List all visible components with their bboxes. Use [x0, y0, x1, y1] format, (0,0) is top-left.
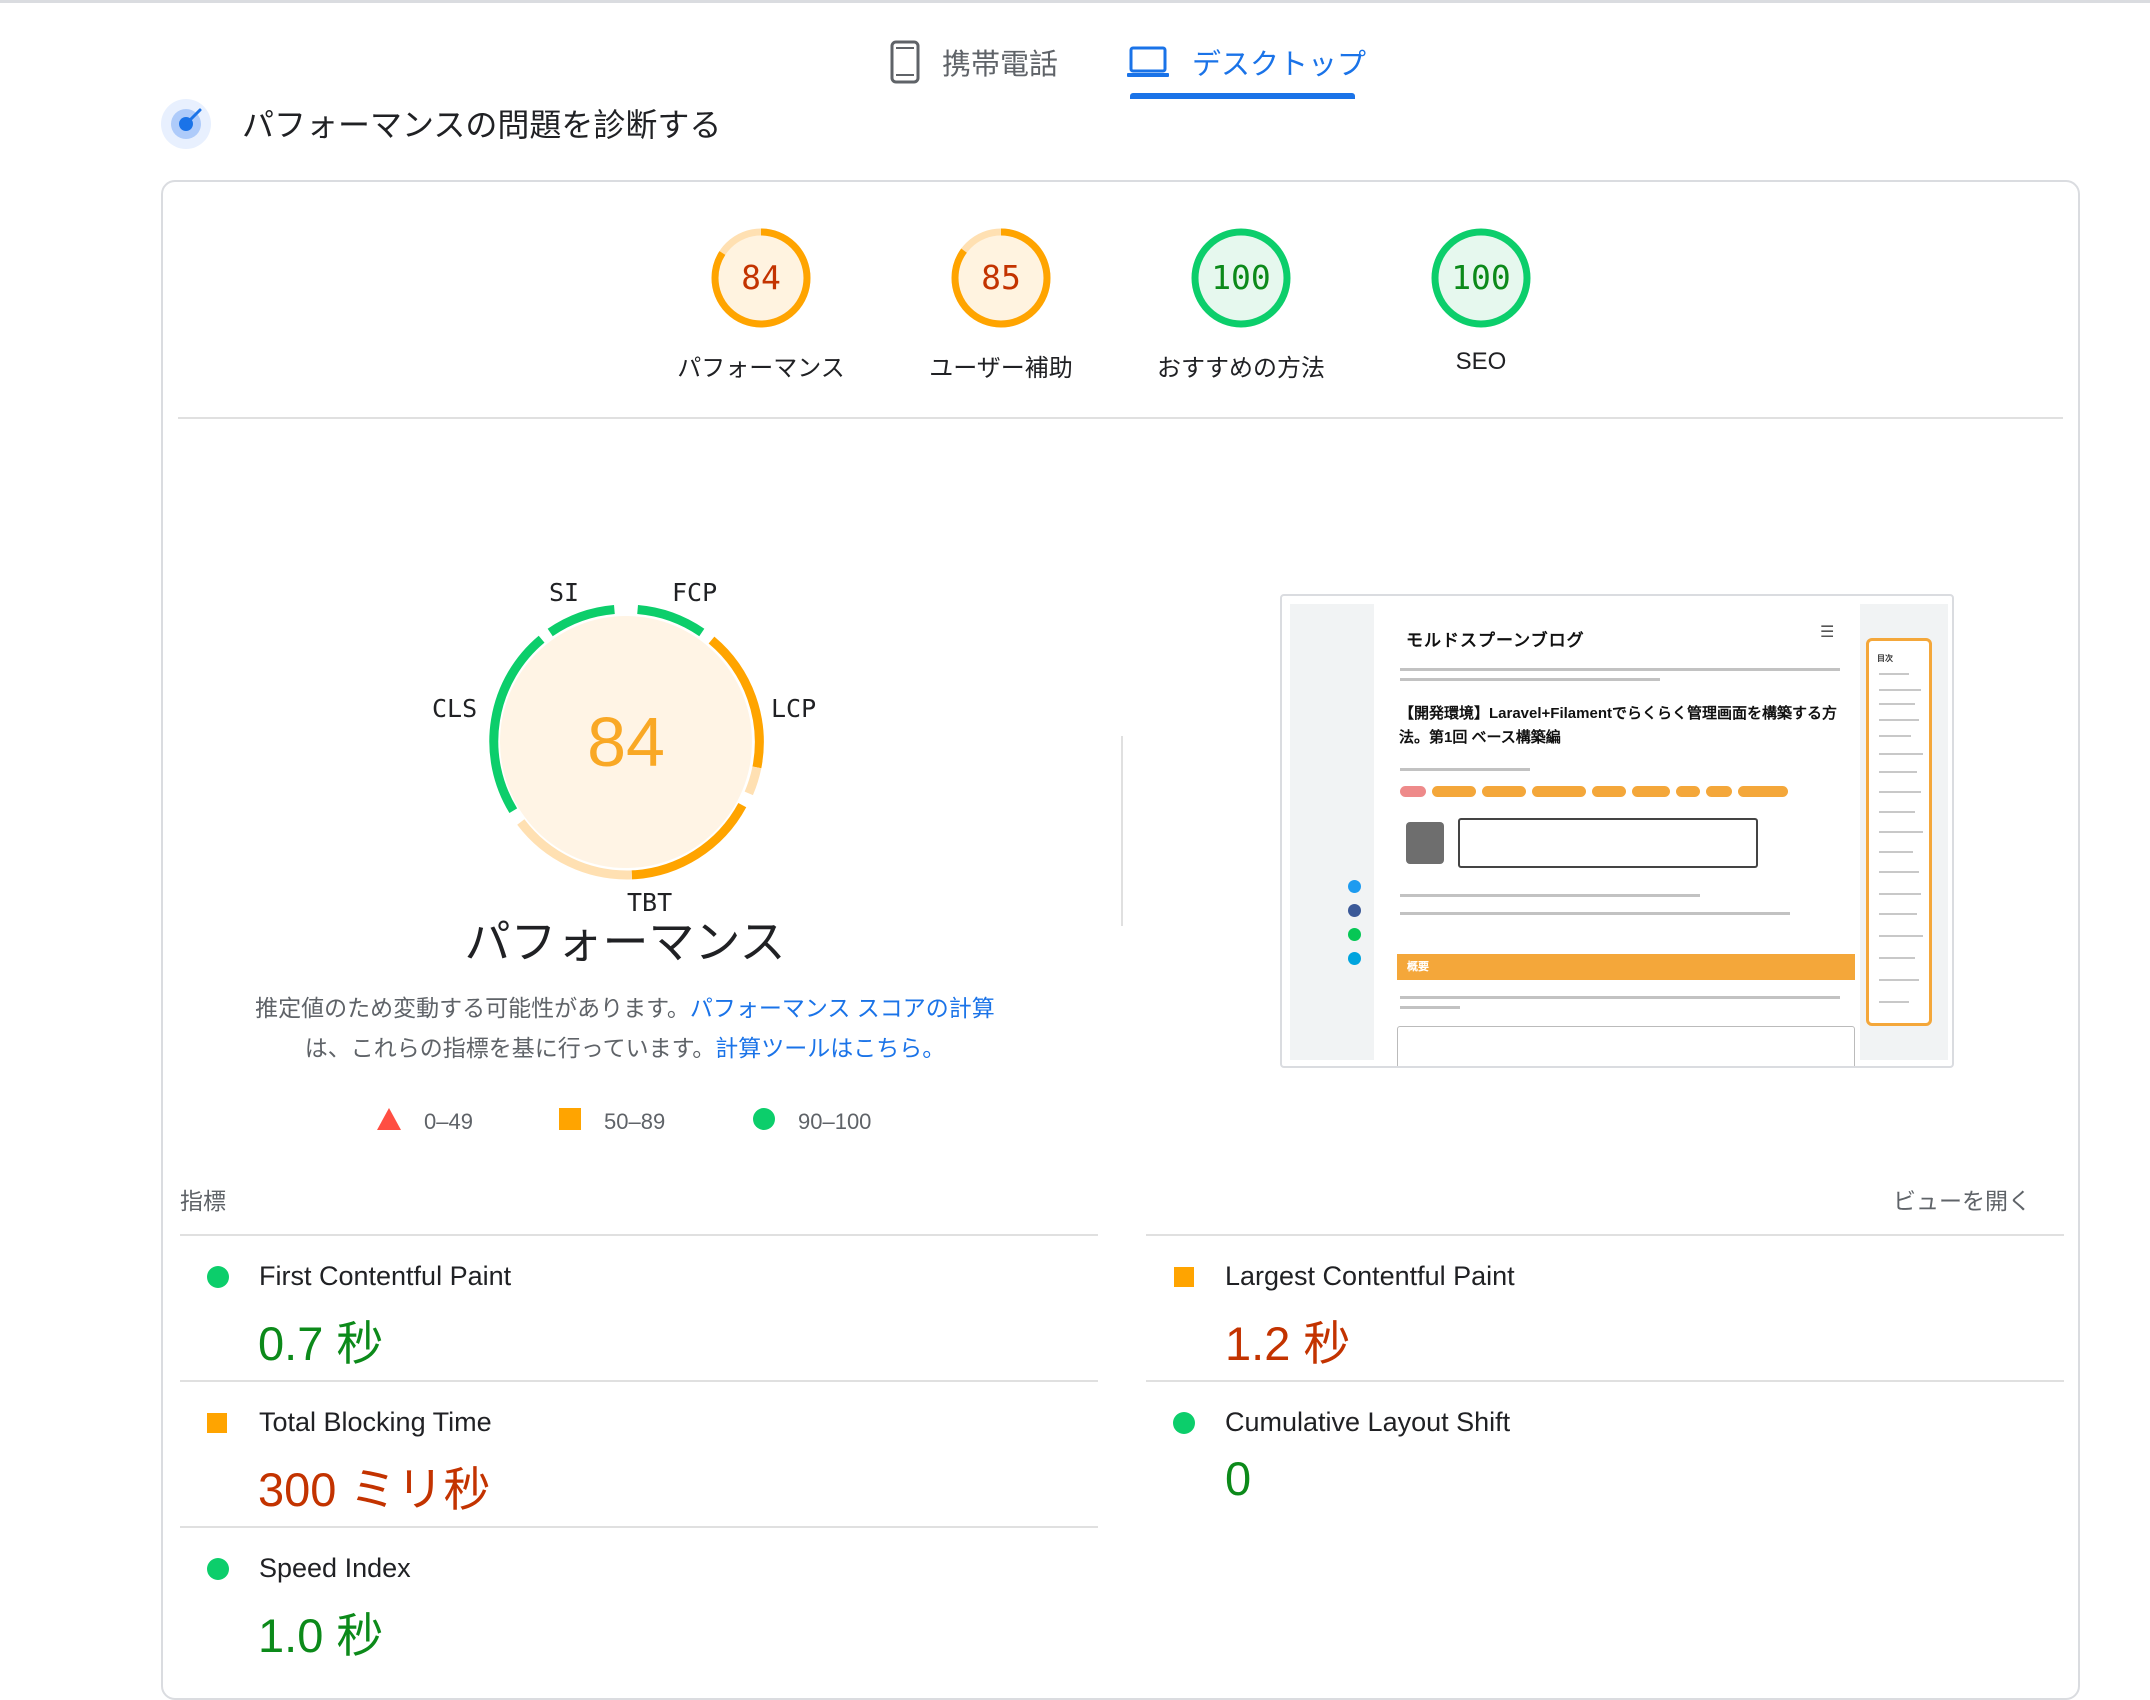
- screenshot-left-margin: [1290, 604, 1374, 1060]
- legend-poor: 0–49: [376, 1107, 473, 1137]
- performance-title: パフォーマンス: [464, 916, 786, 968]
- metrics-divider: [180, 1234, 1098, 1236]
- diagnose-title: パフォーマンスの問題を診断する: [242, 107, 722, 143]
- tab-active-indicator: [1130, 93, 1355, 99]
- metric-value-cls: 0: [1225, 1452, 1252, 1505]
- metric-name-cls: Cumulative Layout Shift: [1225, 1407, 1511, 1437]
- metric-value-si: 1.0 秒: [258, 1609, 384, 1662]
- category-gauge-accessibility[interactable]: 85 ユーザー補助: [901, 226, 1101, 383]
- metrics-divider: [180, 1526, 1098, 1528]
- category-label: ユーザー補助: [929, 355, 1073, 382]
- screenshot-section-bar: 概要: [1397, 954, 1855, 980]
- metric-value-fcp: 0.7 秒: [258, 1317, 384, 1370]
- score-value: 84: [741, 258, 781, 297]
- legend-range: 90–100: [798, 1109, 872, 1134]
- share-icon: [1348, 928, 1361, 941]
- category-label: SEO: [1455, 348, 1507, 375]
- tab-desktop[interactable]: デスクトップ: [1126, 22, 1366, 102]
- gauge-label-si: SI: [549, 578, 580, 607]
- performance-gauge: 84: [476, 592, 776, 892]
- speech-bubble: [1458, 818, 1758, 868]
- good-circle-icon: [1173, 1412, 1195, 1434]
- legend-good: 90–100: [752, 1107, 871, 1137]
- score-value: 100: [1451, 258, 1511, 297]
- note-text: は、これらの指標を基に行っています。: [304, 1035, 716, 1061]
- score-ring: 100: [1189, 226, 1293, 330]
- screenshot-right-sidebar: 目次: [1860, 604, 1948, 1060]
- triangle-icon: [376, 1107, 402, 1137]
- screenshot-toc: 目次: [1866, 638, 1932, 1026]
- expand-view-toggle[interactable]: ビューを開く: [1893, 1182, 2031, 1216]
- score-ring: 84: [709, 226, 813, 330]
- toc-heading: 目次: [1877, 654, 1893, 663]
- score-ring: 85: [949, 226, 1053, 330]
- note-text: 推定値のため変動する可能性があります。: [255, 995, 690, 1021]
- share-icon: [1348, 904, 1361, 917]
- average-square-icon: [1174, 1267, 1194, 1287]
- metric-name-tbt: Total Blocking Time: [259, 1407, 492, 1437]
- performance-score: 84: [587, 703, 665, 781]
- good-circle-icon: [207, 1558, 229, 1580]
- menu-icon: ☰: [1820, 624, 1835, 641]
- category-label: パフォーマンス: [677, 355, 845, 382]
- share-icon: [1348, 880, 1361, 893]
- tab-mobile-label: 携帯電話: [942, 49, 1059, 81]
- metrics-divider: [180, 1380, 1098, 1382]
- legend-range: 0–49: [424, 1109, 473, 1134]
- metric-name-fcp: First Contentful Paint: [259, 1261, 512, 1291]
- circle-icon: [752, 1107, 776, 1137]
- screenshot-site-title: モルドスプーンブログ: [1406, 631, 1585, 650]
- metrics-label: 指標: [180, 1188, 226, 1214]
- score-calculation-link[interactable]: パフォーマンス スコアの計算: [690, 995, 995, 1021]
- category-gauge-performance[interactable]: 84 パフォーマンス: [661, 226, 861, 383]
- category-gauge-seo[interactable]: 100 SEO: [1381, 226, 1581, 376]
- calculator-link[interactable]: 計算ツールはこちら。: [715, 1035, 945, 1061]
- share-icon: [1348, 952, 1361, 965]
- score-value: 100: [1211, 258, 1271, 297]
- legend-average: 50–89: [558, 1107, 665, 1137]
- metric-value-lcp: 1.2 秒: [1225, 1317, 1351, 1370]
- average-square-icon: [207, 1413, 227, 1433]
- tab-mobile[interactable]: 携帯電話: [890, 22, 1058, 102]
- metric-value-tbt: 300 ミリ秒: [258, 1463, 491, 1516]
- top-border: [0, 0, 2150, 3]
- metric-name-lcp: Largest Contentful Paint: [1225, 1261, 1515, 1291]
- metrics-divider: [1146, 1380, 2064, 1382]
- screenshot-link-box: [1397, 1026, 1855, 1066]
- category-gauge-best-practices[interactable]: 100 おすすめの方法: [1141, 226, 1341, 383]
- laptop-icon: [1126, 45, 1170, 79]
- good-circle-icon: [207, 1266, 229, 1288]
- metric-name-si: Speed Index: [259, 1553, 411, 1583]
- diagnose-icon: [160, 98, 212, 150]
- screenshot-article-title: 【開発環境】Laravel+Filamentでらくらく管理画面を構築する方法。第…: [1399, 705, 1837, 746]
- smartphone-icon: [890, 40, 920, 84]
- legend-range: 50–89: [604, 1109, 666, 1134]
- gauge-label-fcp: FCP: [672, 578, 718, 607]
- score-ring: 100: [1429, 226, 1533, 330]
- metrics-divider: [1146, 1234, 2064, 1236]
- author-avatar: [1406, 822, 1444, 864]
- tab-desktop-label: デスクトップ: [1192, 49, 1367, 81]
- gauges-divider: [178, 417, 2063, 419]
- square-icon: [558, 1107, 582, 1137]
- score-value: 85: [981, 258, 1021, 297]
- section-heading: 概要: [1407, 961, 1429, 973]
- performance-note: 推定値のため変動する可能性があります。パフォーマンス スコアの計算 は、これらの…: [215, 988, 1035, 1068]
- page-screenshot[interactable]: 目次 モルドスプーンブログ ☰ 【開発環境】Laravel+Filamentでら…: [1280, 594, 1954, 1068]
- gauge-label-lcp: LCP: [771, 694, 817, 723]
- vertical-divider: [1121, 736, 1123, 926]
- category-label: おすすめの方法: [1157, 355, 1325, 382]
- gauge-label-cls: CLS: [432, 694, 478, 723]
